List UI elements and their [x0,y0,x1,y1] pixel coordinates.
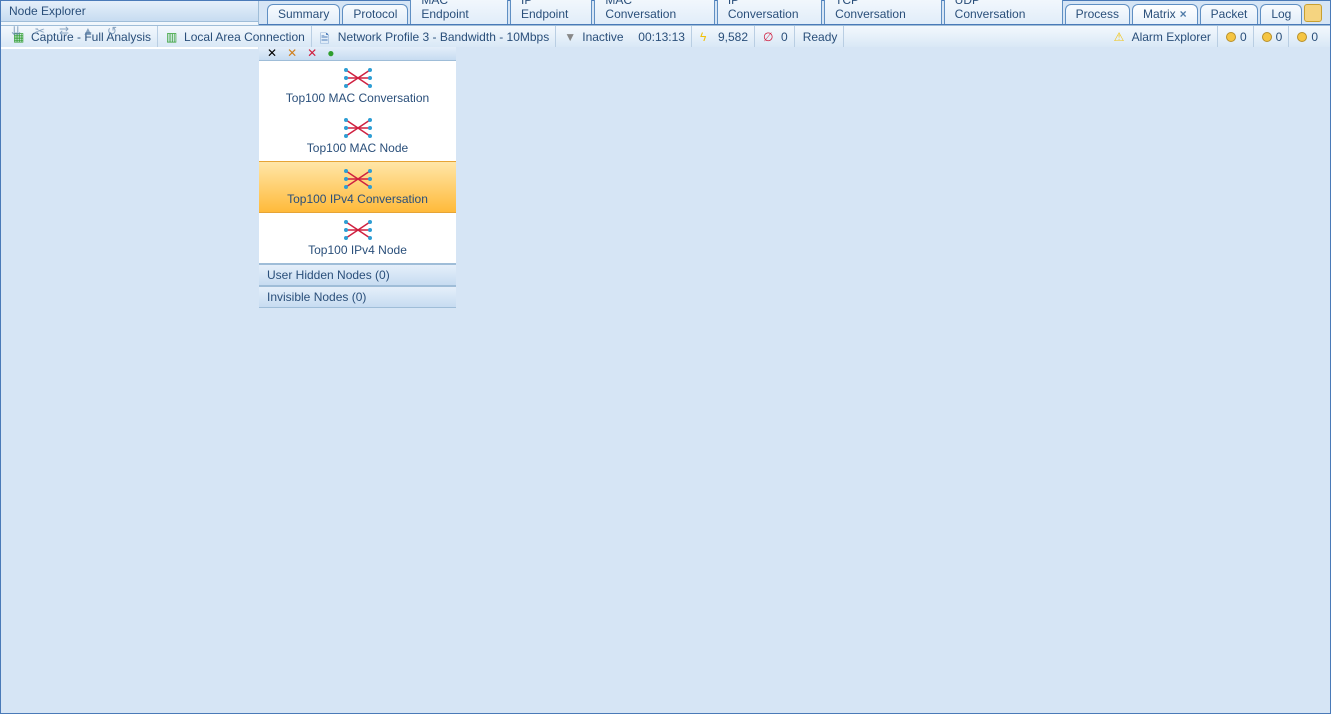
node-explorer-header: Node Explorer [1,1,258,22]
invisible-nodes-header[interactable]: Invisible Nodes (0) [259,286,456,308]
status-a1: 0 [1256,26,1290,47]
status-bar: ▦Capture - Full Analysis ▥Local Area Con… [1,25,1330,47]
tab-log[interactable]: Log [1260,4,1302,24]
tool-icon-1[interactable]: ⇊ [7,22,25,40]
matrix-item-label: Top100 IPv4 Conversation [259,192,456,206]
matrix-item[interactable]: Top100 MAC Conversation [259,61,456,111]
status-a2: 0 [1291,26,1324,47]
status-a0: 0 [1220,26,1254,47]
tool-icon-3[interactable]: ⇄ [55,22,73,40]
status-inactive: ▼Inactive 00:13:13 [558,26,692,47]
status-profile[interactable]: 🗎Network Profile 3 - Bandwidth - 10Mbps [314,26,556,47]
matrix-item-label: Top100 IPv4 Node [259,243,456,257]
tab-mac-conversation[interactable]: MAC Conversation [594,0,714,24]
user-hidden-nodes-header[interactable]: User Hidden Nodes (0) [259,264,456,286]
matrix-item-label: Top100 MAC Node [259,141,456,155]
tab-protocol[interactable]: Protocol [342,4,408,24]
matrix-item-label: Top100 MAC Conversation [259,91,456,105]
matrix-filter-icon-2[interactable]: ✕ [287,46,297,60]
tab-ip-conversation[interactable]: IP Conversation [717,0,822,24]
tabbar: SummaryProtocolMAC EndpointIP EndpointMA… [259,1,1330,25]
tool-icon-5[interactable]: ↺ [103,22,121,40]
tab-ip-endpoint[interactable]: IP Endpoint [510,0,592,24]
status-packets: ϟ9,582 [694,26,755,47]
matrix-list-icons: ✕ ✕ ✕ ● [259,46,456,61]
status-adapter[interactable]: ▥Local Area Connection [160,26,312,47]
tab-summary[interactable]: Summary [267,4,340,24]
tab-process[interactable]: Process [1065,4,1130,24]
matrix-item[interactable]: Top100 IPv4 Node [259,213,456,263]
tab-mac-endpoint[interactable]: MAC Endpoint [410,0,508,24]
matrix-filter-icon-3[interactable]: ✕ [307,46,317,60]
matrix-filter-icon-1[interactable]: ✕ [267,46,277,60]
matrix-item[interactable]: Top100 IPv4 Conversation [259,161,456,213]
tool-icon-2[interactable]: ✂ [31,22,49,40]
tab-matrix[interactable]: Matrix× [1132,4,1198,24]
status-alarm[interactable]: ⚠Alarm Explorer [1108,26,1218,47]
status-errors: ∅0 [757,26,795,47]
tab-packet[interactable]: Packet [1200,4,1259,24]
tool-icon-4[interactable]: ▲ [79,22,97,40]
close-icon[interactable]: × [1180,7,1187,21]
tab-tcp-conversation[interactable]: TCP Conversation [824,0,942,24]
tabbar-menu-icon[interactable] [1304,4,1322,22]
matrix-filter-icon-4[interactable]: ● [327,46,334,60]
matrix-item[interactable]: Top100 MAC Node [259,111,456,161]
tab-udp-conversation[interactable]: UDP Conversation [944,0,1063,24]
status-ready: Ready [797,26,845,47]
